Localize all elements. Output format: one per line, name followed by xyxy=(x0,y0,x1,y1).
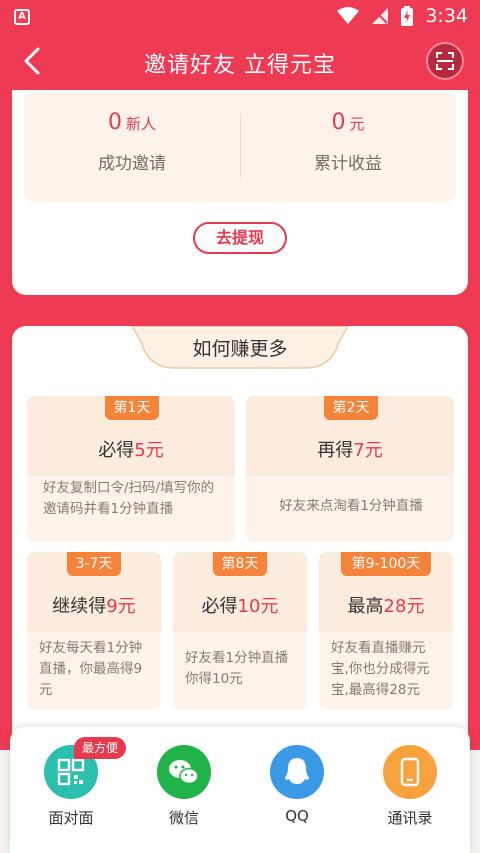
task-reward: 再得7元 xyxy=(246,436,454,462)
task-badge: 第9-100天 xyxy=(341,552,431,576)
task-description: 好友每天看1分钟直播，你最高得9元 xyxy=(39,640,143,698)
app-notification-icon: A xyxy=(14,9,30,25)
stats-panel: 0 新人 成功邀请 0元 累计收益 xyxy=(24,92,456,202)
task-reward-prefix: 最高 xyxy=(347,596,384,617)
share-contacts[interactable]: 通讯录 xyxy=(365,745,455,828)
task-description: 好友来点淘看1分钟直播 xyxy=(279,498,423,514)
task-reward-prefix: 必得 xyxy=(98,440,135,461)
share-icon-circle xyxy=(270,745,324,799)
contacts-icon xyxy=(400,757,420,787)
stat-invited-label: 成功邀请 xyxy=(98,154,166,174)
share-label: 通讯录 xyxy=(387,809,433,827)
share-label: 面对面 xyxy=(48,809,94,827)
earn-more-card: 如何赚更多 第1天 必得5元 好友复制口令/扫码/填写你的邀请码并看1分钟直播 … xyxy=(12,326,468,766)
qq-icon xyxy=(285,758,309,784)
stat-earnings-label: 累计收益 xyxy=(314,154,382,174)
scan-icon xyxy=(436,52,454,70)
task-badge: 第8天 xyxy=(213,552,267,576)
task-reward-amount: 7元 xyxy=(353,440,383,461)
share-qq[interactable]: QQ xyxy=(252,745,342,825)
task-card-day2: 第2天 再得7元 好友来点淘看1分钟直播 xyxy=(246,396,454,542)
task-badge: 第2天 xyxy=(324,396,378,420)
task-reward-prefix: 再得 xyxy=(317,440,354,461)
task-reward: 最高28元 xyxy=(319,592,453,618)
task-reward-amount: 9元 xyxy=(106,596,136,617)
share-label: QQ xyxy=(285,807,309,825)
status-icons: 3:34 xyxy=(337,5,468,27)
section-title: 如何赚更多 xyxy=(192,338,288,360)
task-description: 好友看1分钟直播你得10元 xyxy=(185,650,289,687)
battery-charging-icon xyxy=(401,6,414,26)
share-wechat[interactable]: 微信 xyxy=(139,745,229,828)
stat-invited-unit: 新人 xyxy=(125,115,156,133)
most-convenient-tag: 最方便 xyxy=(74,737,127,759)
page-title: 邀请好友 立得元宝 xyxy=(144,53,336,78)
stat-earnings-value: 0 xyxy=(331,110,346,135)
stat-earnings-unit: 元 xyxy=(349,115,365,133)
status-bar: A 3:34 xyxy=(0,0,480,33)
withdraw-button[interactable]: 去提现 xyxy=(193,222,287,254)
share-icon-circle xyxy=(157,745,211,799)
task-reward-amount: 28元 xyxy=(383,596,425,617)
scan-button[interactable] xyxy=(426,42,464,80)
share-sheet: 面对面 最方便 微信 QQ 通讯录 xyxy=(10,727,470,853)
wechat-icon xyxy=(169,760,199,785)
task-badge: 第1天 xyxy=(105,396,159,420)
header-bar: 邀请好友 立得元宝 xyxy=(0,33,480,90)
task-badge: 3-7天 xyxy=(67,552,121,576)
task-reward-amount: 10元 xyxy=(237,596,279,617)
task-reward-prefix: 继续得 xyxy=(52,596,107,617)
task-card-day1: 第1天 必得5元 好友复制口令/扫码/填写你的邀请码并看1分钟直播 xyxy=(27,396,235,542)
task-reward-amount: 5元 xyxy=(134,440,164,461)
task-description: 好友看直播赚元宝,你也分成得元宝,最高得28元 xyxy=(331,640,430,698)
task-card-day8: 第8天 必得10元 好友看1分钟直播你得10元 xyxy=(173,552,307,710)
share-icon-circle xyxy=(383,745,437,799)
stat-earnings: 0元 累计收益 xyxy=(240,110,456,174)
no-signal-icon xyxy=(372,8,389,24)
task-description: 好友复制口令/扫码/填写你的邀请码并看1分钟直播 xyxy=(43,480,215,517)
task-card-day3-7: 3-7天 继续得9元 好友每天看1分钟直播，你最高得9元 xyxy=(27,552,161,710)
task-reward: 必得10元 xyxy=(173,592,307,618)
share-label: 微信 xyxy=(168,809,199,827)
status-time: 3:34 xyxy=(425,5,468,27)
task-card-day9-100: 第9-100天 最高28元 好友看直播赚元宝,你也分成得元宝,最高得28元 xyxy=(319,552,453,710)
task-reward: 必得5元 xyxy=(27,436,235,462)
invite-stats-card: 0 新人 成功邀请 0元 累计收益 去提现 xyxy=(12,90,468,295)
stat-invited-value: 0 xyxy=(107,110,122,135)
task-reward-prefix: 必得 xyxy=(201,596,238,617)
wifi-icon xyxy=(337,7,360,24)
task-reward: 继续得9元 xyxy=(27,592,161,618)
stat-invited: 0 新人 成功邀请 xyxy=(24,110,240,174)
